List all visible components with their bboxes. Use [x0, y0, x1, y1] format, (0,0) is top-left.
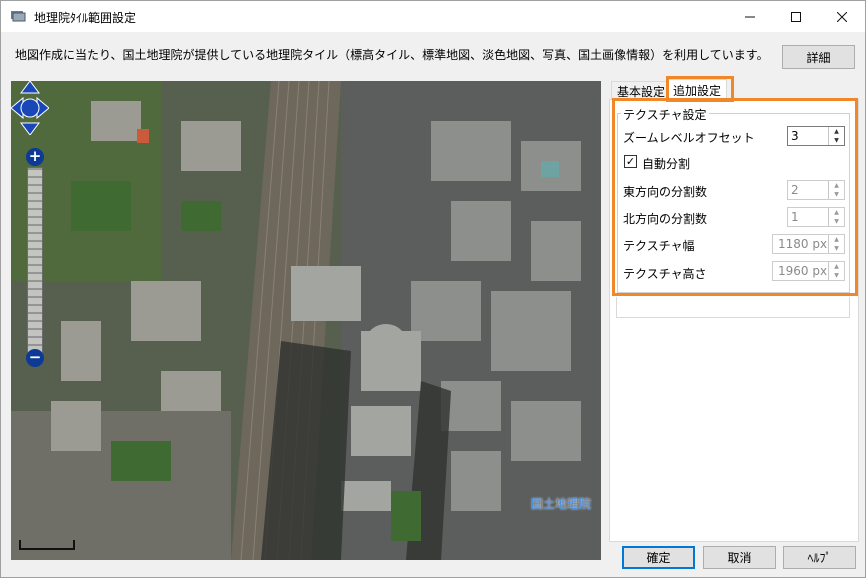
scale-bar: [19, 540, 75, 550]
description-text: 地図作成に当たり、国土地理院が提供している地理院タイル（標高タイル、標準地図、淡…: [15, 48, 769, 62]
help-button[interactable]: ﾍﾙﾌﾟ: [783, 546, 856, 569]
panel-inner-box: [616, 297, 850, 318]
minimize-icon: [745, 16, 755, 17]
pan-arrows-icon[interactable]: [11, 81, 49, 135]
close-icon: [837, 11, 847, 22]
map-credit: 国土地理院: [531, 497, 592, 511]
ok-button[interactable]: 確定: [622, 546, 695, 569]
settings-highlight-box: [612, 98, 858, 296]
maximize-icon: [791, 11, 801, 22]
dialog-window: 地理院ﾀｲﾙ範囲設定 地図作成に当たり、国土地理院が提供している地理院タイル（標…: [0, 0, 866, 578]
detail-button[interactable]: 詳細: [782, 45, 855, 69]
close-button[interactable]: [819, 1, 865, 32]
app-icon: [11, 11, 26, 22]
zoom-out-button[interactable]: −: [26, 349, 44, 367]
aerial-photo: [11, 81, 601, 560]
minimize-button[interactable]: [727, 1, 773, 32]
maximize-button[interactable]: [773, 1, 819, 32]
title-bar: 地理院ﾀｲﾙ範囲設定: [1, 1, 865, 32]
zoom-in-button[interactable]: +: [26, 148, 44, 166]
cancel-button[interactable]: 取消: [703, 546, 776, 569]
zoom-slider[interactable]: [27, 167, 43, 353]
window-title: 地理院ﾀｲﾙ範囲設定: [34, 11, 137, 25]
aerial-map[interactable]: + − 国土地理院: [11, 81, 601, 560]
